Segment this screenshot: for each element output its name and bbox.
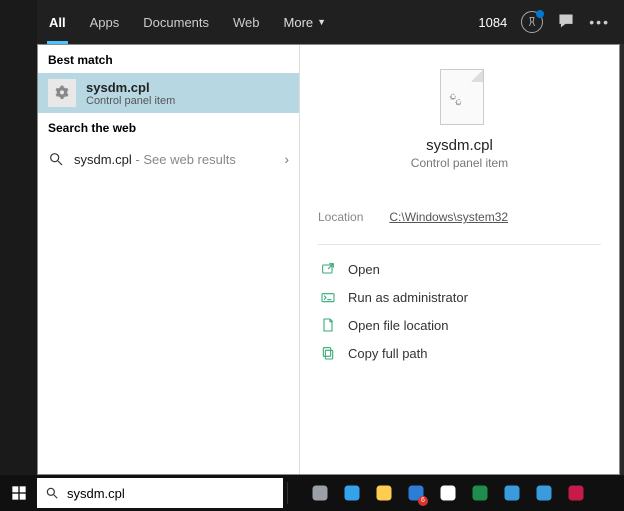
filter-tab-documents[interactable]: Documents <box>131 0 221 44</box>
action-run-as-admin[interactable]: Run as administrator <box>318 283 601 311</box>
start-button[interactable] <box>0 475 37 511</box>
best-match-label: Best match <box>38 45 299 73</box>
best-match-subtitle: Control panel item <box>86 95 175 107</box>
web-result-hint: - See web results <box>132 152 236 167</box>
action-open-location[interactable]: Open file location <box>318 311 601 339</box>
search-results-panel: Best match sysdm.cpl Control panel item … <box>37 44 620 475</box>
chevron-right-icon: › <box>284 151 289 167</box>
badge: 6 <box>418 496 428 506</box>
app-icon-2[interactable] <box>530 479 558 507</box>
feedback-icon[interactable] <box>557 12 575 33</box>
app-icon-1[interactable] <box>498 479 526 507</box>
taskbar: 6 <box>0 475 624 511</box>
filter-tab-apps[interactable]: Apps <box>78 0 132 44</box>
preview-location-link[interactable]: C:\Windows\system32 <box>389 210 508 224</box>
edge-icon[interactable] <box>338 479 366 507</box>
taskbar-separator <box>287 482 288 504</box>
web-result-term: sysdm.cpl <box>74 152 132 167</box>
preview-subtitle: Control panel item <box>411 156 508 170</box>
search-web-label: Search the web <box>38 113 299 141</box>
task-view-icon[interactable] <box>306 479 334 507</box>
action-copy-path[interactable]: Copy full path <box>318 339 601 367</box>
filter-tab-more[interactable]: More ▼ <box>272 0 339 44</box>
divider <box>318 244 601 245</box>
taskbar-search-box[interactable] <box>37 478 283 508</box>
preview-pane: sysdm.cpl Control panel item Location C:… <box>299 45 619 474</box>
scrollbar[interactable] <box>620 44 624 475</box>
excel-icon[interactable] <box>466 479 494 507</box>
rewards-icon[interactable] <box>521 11 543 33</box>
action-open-label: Open <box>348 262 380 277</box>
search-filter-bar: All Apps Documents Web More ▼ 1084 ••• <box>37 0 624 44</box>
filter-tab-web[interactable]: Web <box>221 0 272 44</box>
search-icon <box>45 486 59 500</box>
search-icon <box>48 151 64 167</box>
filter-tabs: All Apps Documents Web More ▼ <box>37 0 338 44</box>
chrome-icon[interactable] <box>434 479 462 507</box>
preview-title: sysdm.cpl <box>426 137 493 154</box>
action-admin-label: Run as administrator <box>348 290 468 305</box>
chevron-down-icon: ▼ <box>317 17 326 27</box>
preview-file-icon <box>436 69 484 127</box>
filter-more-label: More <box>284 15 314 30</box>
filter-right-tools: 1084 ••• <box>478 11 624 33</box>
action-open[interactable]: Open <box>318 255 601 283</box>
filter-tab-all[interactable]: All <box>37 0 78 44</box>
control-panel-item-icon <box>48 79 76 107</box>
preview-location-label: Location <box>318 210 363 224</box>
taskbar-search-input[interactable] <box>67 486 275 501</box>
action-copy-label: Copy full path <box>348 346 428 361</box>
rewards-count: 1084 <box>478 15 507 30</box>
web-result-text: sysdm.cpl - See web results <box>74 152 236 167</box>
raspberry-icon[interactable] <box>562 479 590 507</box>
options-icon[interactable]: ••• <box>589 14 610 30</box>
action-location-label: Open file location <box>348 318 448 333</box>
results-list: Best match sysdm.cpl Control panel item … <box>38 45 299 474</box>
best-match-item[interactable]: sysdm.cpl Control panel item <box>38 73 299 113</box>
file-explorer-icon[interactable] <box>370 479 398 507</box>
web-result-item[interactable]: sysdm.cpl - See web results › <box>38 141 299 177</box>
best-match-title: sysdm.cpl <box>86 80 175 95</box>
security-icon[interactable]: 6 <box>402 479 430 507</box>
taskbar-tray: 6 <box>306 479 590 507</box>
